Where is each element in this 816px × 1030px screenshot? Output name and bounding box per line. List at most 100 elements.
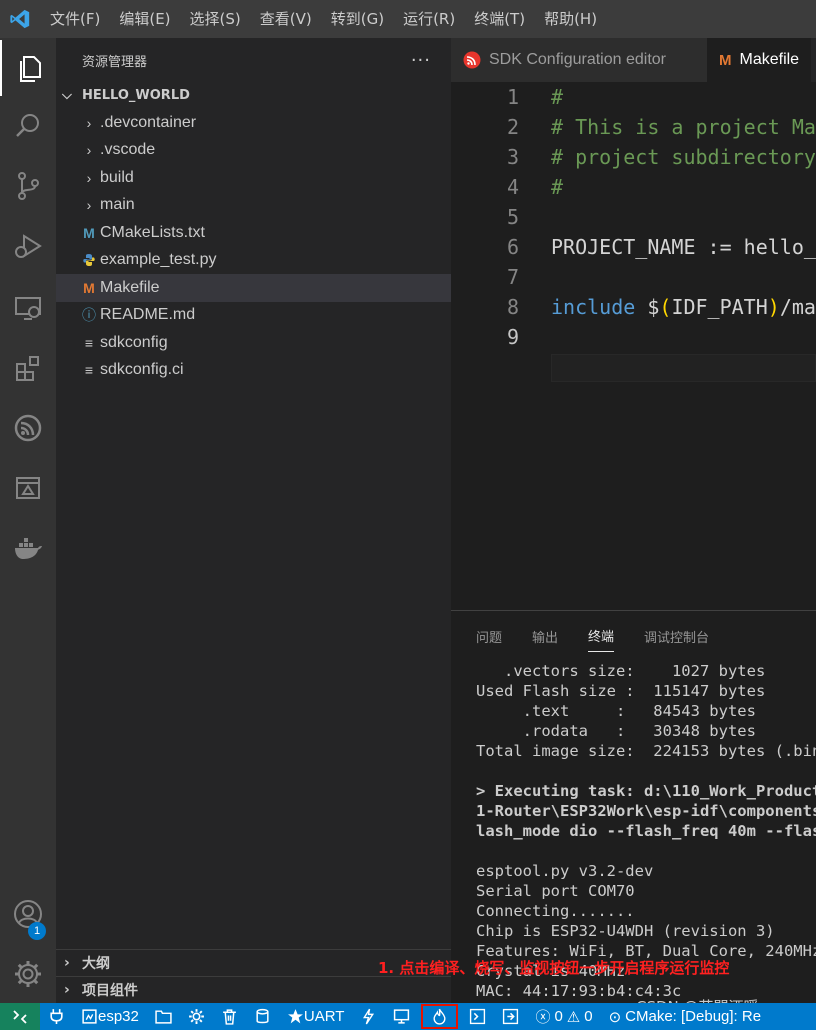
monitor-icon bbox=[394, 1009, 410, 1024]
error-icon: ⓧ bbox=[535, 1009, 551, 1026]
title-bar: 文件(F) 编辑(E) 选择(S) 查看(V) 转到(G) 运行(R) 终端(T… bbox=[0, 0, 816, 38]
remote-explorer-icon[interactable] bbox=[0, 280, 56, 336]
tab-terminal[interactable]: 终端 bbox=[588, 620, 615, 652]
tree-file-sdkconfig-ci[interactable]: ≡ sdkconfig.ci bbox=[56, 357, 451, 385]
chevron-down-icon: ⌵ bbox=[62, 88, 72, 103]
build-flash-monitor-button[interactable] bbox=[421, 1004, 459, 1029]
tab-problems[interactable]: 问题 bbox=[476, 621, 502, 652]
line-number: 5 bbox=[506, 205, 519, 229]
lightning-icon bbox=[363, 1008, 375, 1025]
espressif-icon[interactable] bbox=[0, 400, 56, 456]
flash-method-label: UART bbox=[303, 1008, 345, 1025]
tab-output[interactable]: 输出 bbox=[532, 621, 558, 652]
code-line: 9 bbox=[451, 322, 816, 352]
line-number: 9 bbox=[506, 325, 519, 349]
tab-debug-console[interactable]: 调试控制台 bbox=[644, 621, 709, 652]
tab-sdk-configuration-editor[interactable]: SDK Configuration editor bbox=[451, 38, 707, 82]
cmake-status[interactable]: ⊙ CMake: [Debug]: Re bbox=[601, 1003, 769, 1030]
settings-gear-icon[interactable] bbox=[0, 946, 56, 1002]
tree-file-sdkconfig[interactable]: ≡ sdkconfig bbox=[56, 329, 451, 357]
code-line: 7 bbox=[451, 262, 816, 292]
execute-task-button[interactable] bbox=[494, 1003, 527, 1030]
plug-button[interactable] bbox=[40, 1003, 73, 1030]
tree-folder-vscode[interactable]: › .vscode bbox=[56, 137, 451, 165]
remote-indicator-icon[interactable] bbox=[0, 1003, 40, 1030]
file-tree: › .devcontainer › .vscode › build › main… bbox=[56, 109, 451, 384]
open-folder-button[interactable] bbox=[147, 1003, 180, 1030]
extensions-icon[interactable] bbox=[0, 340, 56, 396]
target-button[interactable]: esp32 bbox=[73, 1003, 147, 1030]
activity-bar: 1 bbox=[0, 38, 56, 1003]
cmake-panel-icon[interactable] bbox=[0, 460, 56, 516]
python-icon bbox=[78, 253, 100, 267]
code-line: 6 PROJECT_NAME := hello_ bbox=[451, 232, 816, 262]
components-title: 项目组件 bbox=[82, 983, 138, 999]
tree-file-makefile[interactable]: M Makefile bbox=[56, 274, 451, 302]
docker-icon[interactable] bbox=[0, 520, 56, 576]
tree-folder-build[interactable]: › build bbox=[56, 164, 451, 192]
sidebar-title: 资源管理器 bbox=[82, 54, 148, 70]
account-badge: 1 bbox=[28, 922, 46, 940]
gear-icon bbox=[188, 1009, 204, 1024]
tree-file-cmakelists[interactable]: M CMakeLists.txt bbox=[56, 219, 451, 247]
chevron-right-icon: › bbox=[64, 955, 70, 971]
terminal-line: .vectors size: 1027 bytes bbox=[476, 662, 766, 680]
chip-icon bbox=[82, 1009, 97, 1024]
panel-tabs: 问题 输出 终端 调试控制台 bbox=[451, 611, 816, 661]
account-icon[interactable]: 1 bbox=[0, 886, 56, 942]
folder-header[interactable]: ⌵ HELLO_WORLD bbox=[56, 82, 451, 109]
search-icon[interactable] bbox=[0, 98, 56, 154]
annotation-text: 1. 点击编译、烧写、监视按钮一步开启程序运行监控 bbox=[378, 959, 730, 977]
components-section-header[interactable]: › 项目组件 bbox=[56, 976, 451, 1003]
monitor-button[interactable] bbox=[385, 1003, 418, 1030]
problems-indicator[interactable]: ⓧ 0 ⚠ 0 bbox=[527, 1003, 600, 1030]
flash-button[interactable] bbox=[352, 1003, 385, 1030]
terminal-output[interactable]: .vectors size: 1027 bytes Used Flash siz… bbox=[451, 661, 816, 1001]
explorer-icon[interactable] bbox=[0, 40, 56, 96]
trash-icon bbox=[223, 1009, 236, 1025]
menu-view[interactable]: 查看(V) bbox=[250, 0, 321, 38]
code-text: # bbox=[551, 175, 564, 199]
terminal-button[interactable] bbox=[461, 1003, 494, 1030]
editor-area: SDK Configuration editor M Makefile 1 # 2… bbox=[451, 38, 816, 610]
build-button[interactable] bbox=[246, 1003, 279, 1030]
bottom-panel: 问题 输出 终端 调试控制台 .vectors size: 1027 bytes… bbox=[451, 610, 816, 1003]
fullclean-button[interactable] bbox=[213, 1003, 246, 1030]
line-number: 7 bbox=[506, 265, 519, 289]
lines-icon: ≡ bbox=[84, 362, 94, 379]
line-number: 3 bbox=[506, 145, 519, 169]
flash-method-button[interactable]: UART bbox=[279, 1003, 353, 1030]
tree-file-example-test[interactable]: example_test.py bbox=[56, 247, 451, 275]
chevron-right-icon: › bbox=[86, 169, 92, 186]
warning-icon: ⚠ bbox=[566, 1008, 581, 1026]
line-number: 2 bbox=[506, 115, 519, 139]
run-debug-icon[interactable] bbox=[0, 218, 56, 274]
makefile-icon: M bbox=[719, 51, 732, 69]
code-paren: ) bbox=[767, 295, 780, 319]
menu-file[interactable]: 文件(F) bbox=[40, 0, 109, 38]
menu-edit[interactable]: 编辑(E) bbox=[109, 0, 179, 38]
lines-icon: ≡ bbox=[84, 334, 94, 351]
line-number: 6 bbox=[506, 235, 519, 259]
tree-item-label: Makefile bbox=[100, 278, 160, 296]
menu-go[interactable]: 转到(G) bbox=[321, 0, 393, 38]
current-line-highlight bbox=[551, 354, 816, 382]
terminal-line: .rodata : 30348 bytes bbox=[476, 722, 756, 740]
menu-selection[interactable]: 选择(S) bbox=[180, 0, 250, 38]
tab-makefile[interactable]: M Makefile bbox=[707, 38, 812, 82]
sdk-config-button[interactable] bbox=[180, 1003, 213, 1030]
tree-folder-main[interactable]: › main bbox=[56, 192, 451, 220]
source-control-icon[interactable] bbox=[0, 158, 56, 214]
tree-file-readme[interactable]: ⓘ README.md bbox=[56, 302, 451, 330]
terminal-line: .text : 84543 bytes bbox=[476, 702, 756, 720]
tree-folder-devcontainer[interactable]: › .devcontainer bbox=[56, 109, 451, 137]
menu-help[interactable]: 帮助(H) bbox=[534, 0, 606, 38]
tree-item-label: sdkconfig.ci bbox=[100, 361, 184, 379]
tree-item-label: CMakeLists.txt bbox=[100, 223, 205, 241]
more-actions-icon[interactable]: ··· bbox=[411, 50, 431, 71]
menu-run[interactable]: 运行(R) bbox=[393, 0, 464, 38]
menu-terminal[interactable]: 终端(T) bbox=[464, 0, 534, 38]
code-editor[interactable]: 1 # 2 # This is a project Ma 3 # project su… bbox=[451, 82, 816, 382]
